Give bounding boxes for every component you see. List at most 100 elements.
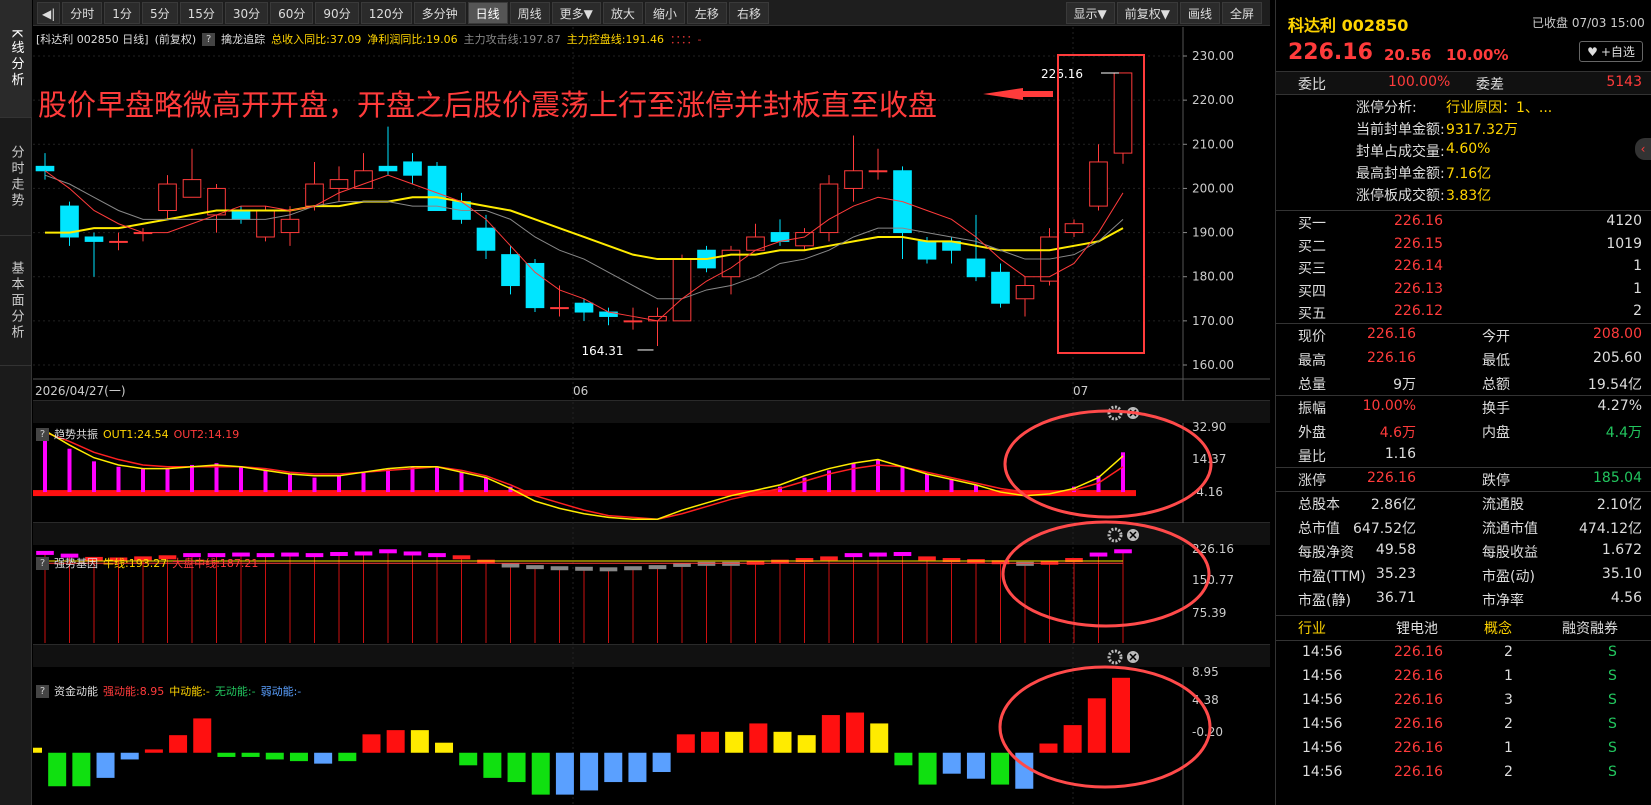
trade-volume: 2 [1504, 716, 1513, 732]
low-price-label: 164.31 [582, 344, 624, 358]
candle-body [256, 210, 275, 238]
bid-row[interactable]: 买三 226.14 1 [1276, 256, 1651, 279]
bid-volume: 1 [1633, 258, 1642, 274]
toolbar-right-button-1[interactable]: 前复权▼ [1116, 2, 1178, 24]
add-favorite-button[interactable]: ♥ +自选 [1579, 41, 1643, 62]
flow-bar [604, 752, 623, 783]
panel1-help-icon[interactable]: ? [36, 427, 49, 441]
info-tail: ：：：：- [669, 33, 702, 46]
concept-label[interactable]: 概念 [1484, 618, 1512, 638]
flow-bar [773, 731, 792, 753]
bid-label: 买一 [1298, 216, 1326, 232]
gene-cap [722, 561, 740, 566]
expand-arrow-icon[interactable]: ‹ [1635, 138, 1651, 160]
toolbar-right-button-3[interactable]: 全屏 [1221, 2, 1262, 24]
margin-label[interactable]: 融资融券 [1562, 618, 1618, 638]
bid-row[interactable]: 买一 226.16 4120 [1276, 211, 1651, 234]
osc-bar [459, 472, 464, 493]
gene-cap [599, 567, 618, 572]
toolbar-button-5[interactable]: 60分 [270, 1, 314, 24]
toolbar-button-4[interactable]: 30分 [224, 1, 269, 24]
toolbar-button-14[interactable]: 左移 [686, 1, 727, 24]
tab-fundamentals-label: 基本面分析 [8, 260, 24, 341]
bid-row[interactable]: 买四 226.13 1 [1276, 279, 1651, 302]
industry-value[interactable]: 锂电池 [1396, 618, 1438, 638]
toolbar-button-8[interactable]: 多分钟 [413, 1, 466, 24]
help-icon[interactable]: ? [202, 32, 216, 46]
toolbar-button-11[interactable]: 更多▼ [551, 1, 601, 24]
tab-fundamentals[interactable]: 基本面分析 [0, 236, 32, 366]
stat-label-2: 最低 [1482, 353, 1510, 369]
toolbar-button-15[interactable]: 右移 [728, 1, 769, 24]
toolbar-button-10[interactable]: 周线 [509, 1, 550, 24]
flow-bar [1087, 698, 1106, 753]
price-axis-label: 190.00 [1192, 226, 1234, 240]
osc-bar [288, 474, 292, 493]
toolbar-button-2[interactable]: 5分 [141, 1, 178, 24]
trade-price: 226.16 [1394, 716, 1443, 732]
candle-body [1064, 223, 1084, 234]
stat-value-2: 1.672 [1601, 542, 1642, 558]
trade-row: 14:56 226.16 1 S [1276, 738, 1651, 761]
gene-cap [305, 553, 324, 558]
toolbar-button-6[interactable]: 90分 [315, 1, 359, 24]
stat-value-1: 226.16 [1367, 326, 1416, 342]
tab-kline-analysis[interactable]: K线分析 [0, 0, 32, 118]
toolbar-button-1[interactable]: 1分 [104, 1, 140, 24]
panel2-mid: 大盘中线:187.21 [172, 557, 259, 570]
flow-bar [169, 735, 188, 753]
candle-body [1089, 161, 1108, 207]
bid-row[interactable]: 买五 226.12 2 [1276, 301, 1651, 324]
attack-line: 主力攻击线:197.87 [463, 33, 561, 46]
osc-zero-band [33, 490, 1136, 497]
stat-row: 涨停 226.16 跌停 185.04 [1276, 468, 1651, 491]
rev-yoy: 总收入同比:37.09 [271, 33, 362, 46]
panel2-help-icon[interactable]: ? [36, 556, 49, 570]
toolbar-button-13[interactable]: 缩小 [644, 1, 685, 24]
stat-value-2: 205.60 [1593, 350, 1642, 366]
quote-price: 226.16 [1288, 40, 1373, 65]
flow-bar [531, 752, 550, 795]
toolbar-right-button-2[interactable]: 画线 [1179, 2, 1220, 24]
flow-bar [894, 752, 913, 766]
toolbar-button-9[interactable]: 日线 [467, 1, 508, 24]
panel1-title: 趋势共振 [54, 428, 98, 441]
stat-value-2: 2.10亿 [1596, 497, 1642, 513]
limit-value: 9317.32万 [1446, 122, 1518, 138]
toolbar-button-3[interactable]: 15分 [179, 1, 223, 24]
tab-intraday[interactable]: 分时走势 [0, 118, 32, 236]
candle-body [819, 183, 839, 234]
panel2-header-bg [33, 523, 1270, 545]
quote-status: 已收盘 07/03 15:00 [1532, 16, 1645, 30]
trade-time: 14:56 [1302, 644, 1343, 660]
stat-row: 市盈(TTM) 35.23 市盈(动) 35.10 [1276, 564, 1651, 587]
collapse-button[interactable]: ◀| [37, 1, 61, 24]
stat-value-2: 474.12亿 [1579, 521, 1642, 537]
trade-time: 14:56 [1302, 692, 1343, 708]
bid-volume: 2 [1633, 303, 1642, 319]
panel3-help-icon[interactable]: ? [36, 684, 49, 698]
osc-bar [190, 464, 194, 493]
osc-bar [435, 466, 439, 493]
panel2-title: 强势基因 [54, 557, 98, 570]
indicator-name[interactable]: 擒龙追踪 [221, 31, 265, 47]
toolbar-button-7[interactable]: 120分 [360, 1, 412, 24]
gene-cap [1089, 552, 1108, 557]
flow-bar [991, 752, 1010, 785]
osc-bar [851, 463, 856, 493]
trade-volume: 1 [1504, 668, 1513, 684]
toolbar-button-0[interactable]: 分时 [62, 1, 103, 24]
stat-value-1: 35.23 [1375, 566, 1416, 582]
candle-body [868, 170, 888, 173]
trade-row: 14:56 226.16 2 S [1276, 762, 1651, 785]
flow-bar [749, 723, 768, 753]
bid-row[interactable]: 买二 226.15 1019 [1276, 234, 1651, 257]
toolbar-button-12[interactable]: 放大 [602, 1, 643, 24]
industry-label[interactable]: 行业 [1298, 618, 1326, 638]
toolbar-right-button-0[interactable]: 显示▼ [1065, 2, 1115, 24]
quote-change: 20.56 [1384, 46, 1432, 64]
limit-row: 最高封单金额: 7.16亿 [1276, 161, 1651, 184]
stat-label-2: 每股收益 [1482, 545, 1538, 561]
flow-bar [386, 730, 405, 753]
panel1-axis-label: 32.90 [1192, 420, 1226, 434]
